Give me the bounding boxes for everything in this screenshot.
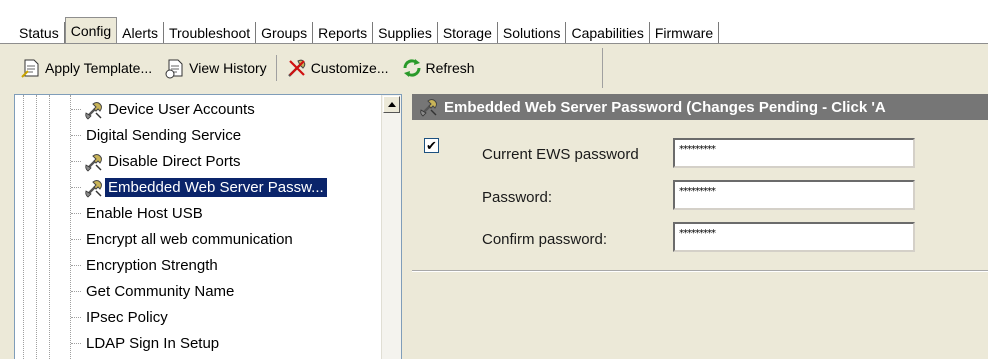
tree-item-label: LDAP Sign In Setup bbox=[86, 335, 220, 352]
confirm-password-field[interactable]: ********* bbox=[673, 222, 915, 252]
toolbar: Apply Template... View History Customize… bbox=[14, 48, 603, 88]
tab-firmware[interactable]: Firmware bbox=[649, 22, 720, 44]
tree-connector bbox=[71, 343, 81, 344]
view-history-button[interactable]: View History bbox=[158, 54, 273, 82]
tab-bar: Status Config Alerts Troubleshoot Groups… bbox=[0, 0, 988, 44]
tree-item-label: Encrypt all web communication bbox=[86, 231, 293, 248]
tree-item-label: Disable Direct Ports bbox=[108, 153, 241, 170]
tree-guide-line bbox=[36, 95, 37, 359]
tree-item-label: Encryption Strength bbox=[86, 257, 218, 274]
refresh-label: Refresh bbox=[425, 60, 475, 76]
tree-connector bbox=[71, 317, 81, 318]
settings-tree[interactable]: Device User Accounts Digital Sending Ser… bbox=[14, 94, 402, 359]
refresh-button[interactable]: Refresh bbox=[395, 54, 481, 82]
password-field[interactable]: ********* bbox=[673, 180, 915, 210]
tree-item-encrypt-all-web-communication[interactable]: Encrypt all web communication bbox=[71, 227, 296, 252]
wrench-icon bbox=[83, 99, 105, 121]
detail-divider-highlight bbox=[412, 271, 988, 272]
tab-storage[interactable]: Storage bbox=[437, 22, 498, 44]
current-ews-password-field[interactable]: ********* bbox=[673, 138, 915, 168]
tree-item-label: Enable Host USB bbox=[86, 205, 203, 222]
apply-template-icon bbox=[21, 59, 39, 78]
tree-connector bbox=[71, 161, 81, 162]
tree-guide-line bbox=[23, 95, 24, 359]
tab-divider bbox=[0, 43, 988, 44]
tab-supplies[interactable]: Supplies bbox=[373, 22, 438, 44]
tree-item-embedded-web-server-password[interactable]: Embedded Web Server Passw... bbox=[71, 175, 328, 200]
tree-item-encryption-strength[interactable]: Encryption Strength bbox=[71, 253, 221, 278]
tree-item-label: Device User Accounts bbox=[108, 101, 255, 118]
scroll-up-button[interactable] bbox=[383, 96, 400, 113]
tree-connector bbox=[71, 213, 81, 214]
tab-troubleshoot[interactable]: Troubleshoot bbox=[163, 22, 257, 44]
tree-connector bbox=[71, 109, 81, 110]
tree-item-label: IPsec Policy bbox=[86, 309, 168, 326]
tree-content: Device User Accounts Digital Sending Ser… bbox=[15, 95, 382, 359]
customize-button[interactable]: Customize... bbox=[280, 54, 395, 82]
tree-connector bbox=[71, 265, 81, 266]
tree-guide-line bbox=[49, 95, 50, 359]
arrow-up-icon bbox=[387, 102, 396, 107]
tree-item-device-user-accounts[interactable]: Device User Accounts bbox=[71, 97, 258, 122]
refresh-icon bbox=[402, 59, 421, 77]
tab-capabilities[interactable]: Capabilities bbox=[566, 22, 650, 44]
current-ews-password-label: Current EWS password bbox=[482, 146, 639, 163]
tree-connector bbox=[71, 291, 81, 292]
tab-strip: Status Config Alerts Troubleshoot Groups… bbox=[14, 17, 720, 44]
tab-solutions[interactable]: Solutions bbox=[497, 22, 567, 44]
tree-item-label: Digital Sending Service bbox=[86, 127, 242, 144]
toolbar-separator bbox=[275, 55, 277, 81]
wrench-icon bbox=[83, 151, 105, 173]
tab-groups[interactable]: Groups bbox=[256, 22, 314, 44]
tree-item-label: Get Community Name bbox=[86, 283, 235, 300]
wrench-icon bbox=[83, 177, 105, 199]
detail-panel: Embedded Web Server Password (Changes Pe… bbox=[412, 94, 988, 358]
confirm-password-label: Confirm password: bbox=[482, 231, 608, 248]
apply-template-label: Apply Template... bbox=[45, 60, 153, 76]
customize-label: Customize... bbox=[310, 60, 389, 76]
tree-item-disable-direct-ports[interactable]: Disable Direct Ports bbox=[71, 149, 244, 174]
detail-header: Embedded Web Server Password (Changes Pe… bbox=[412, 94, 988, 120]
tree-item-ldap-sign-in-setup[interactable]: LDAP Sign In Setup bbox=[71, 331, 222, 356]
tab-status[interactable]: Status bbox=[14, 22, 65, 44]
password-label: Password: bbox=[482, 189, 553, 206]
tree-connector bbox=[71, 239, 81, 240]
tree-item-digital-sending-service[interactable]: Digital Sending Service bbox=[71, 123, 244, 148]
tree-connector bbox=[71, 187, 81, 188]
enable-setting-checkbox[interactable]: ✔ bbox=[424, 138, 439, 153]
customize-icon bbox=[287, 59, 305, 77]
tab-reports[interactable]: Reports bbox=[313, 22, 374, 44]
view-history-label: View History bbox=[189, 60, 267, 76]
detail-title: Embedded Web Server Password (Changes Pe… bbox=[444, 98, 886, 116]
tab-alerts[interactable]: Alerts bbox=[117, 22, 164, 44]
tree-scrollbar[interactable] bbox=[381, 95, 401, 359]
apply-template-button[interactable]: Apply Template... bbox=[14, 54, 158, 82]
view-history-icon bbox=[165, 59, 183, 79]
tree-item-label: Embedded Web Server Passw... bbox=[104, 177, 328, 198]
tab-config[interactable]: Config bbox=[64, 17, 118, 44]
tree-item-enable-host-usb[interactable]: Enable Host USB bbox=[71, 201, 206, 226]
tree-connector bbox=[71, 135, 81, 136]
tree-item-ipsec-policy[interactable]: IPsec Policy bbox=[71, 305, 171, 330]
wrench-icon bbox=[418, 96, 440, 118]
tree-item-get-community-name[interactable]: Get Community Name bbox=[71, 279, 237, 304]
